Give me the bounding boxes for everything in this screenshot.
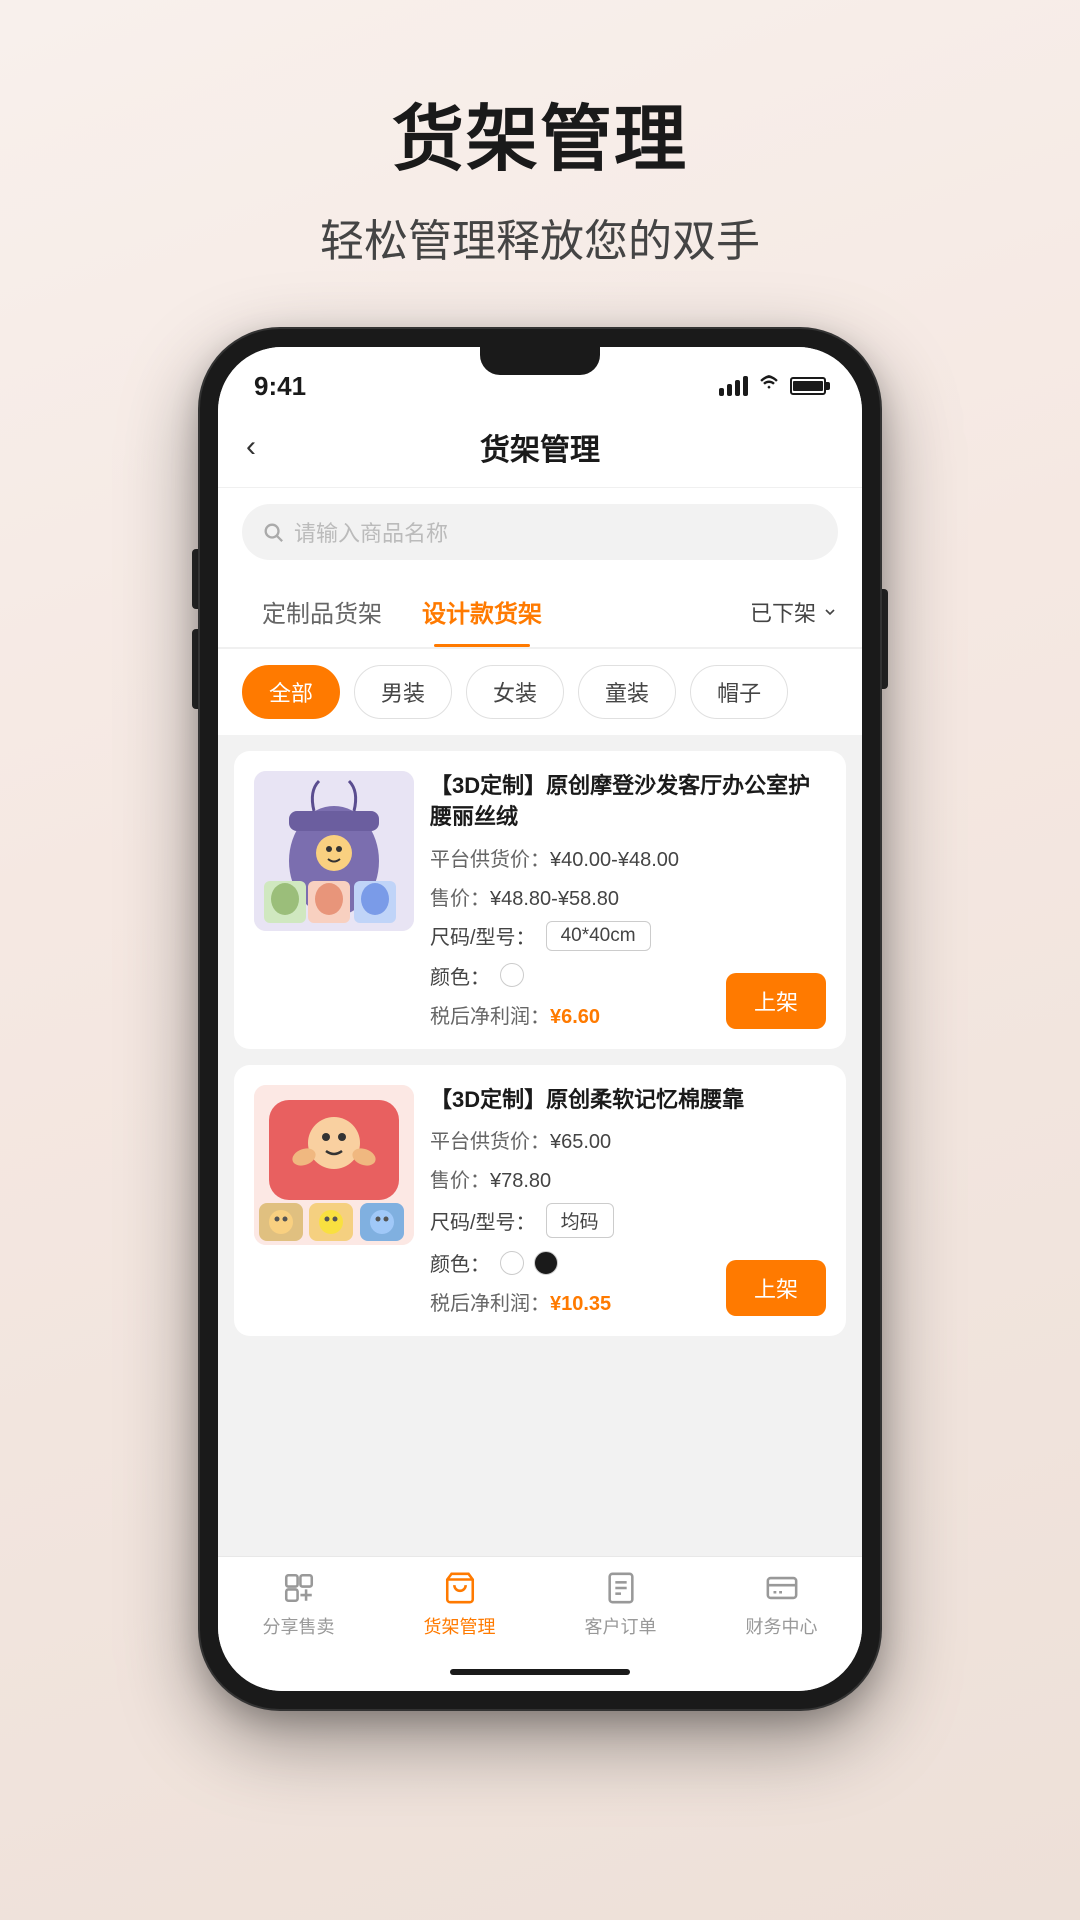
tabs-row: 定制品货架 设计款货架 已下架 — [218, 576, 862, 649]
bottom-nav-finance-label: 财务中心 — [746, 1613, 818, 1639]
bottom-nav-share-label: 分享售卖 — [263, 1613, 335, 1639]
sale-price-row-2: 售价：¥78.80 — [430, 1164, 826, 1193]
profit-value-2: ¥10.35 — [550, 1293, 611, 1315]
sale-price-label-1: 售价： — [430, 888, 490, 910]
supply-price-label-1: 平台供货价： — [430, 849, 550, 871]
product-image-1 — [254, 771, 414, 931]
product-img-main-1 — [254, 771, 414, 931]
color-label-2: 颜色： — [430, 1248, 490, 1277]
sale-price-label-2: 售价： — [430, 1170, 490, 1192]
chip-all[interactable]: 全部 — [242, 665, 340, 719]
sale-price-row-1: 售价：¥48.80-¥58.80 — [430, 882, 826, 911]
product-title-2: 【3D定制】原创柔软记忆棉腰靠 — [430, 1085, 826, 1116]
bottom-nav-share[interactable]: 分享售卖 — [263, 1569, 335, 1639]
chevron-down-icon — [822, 604, 838, 620]
supply-price-row-2: 平台供货价：¥65.00 — [430, 1125, 826, 1154]
supply-price-label-2: 平台供货价： — [430, 1131, 550, 1153]
product-image-2 — [254, 1085, 414, 1245]
size-label-2: 尺码/型号： — [430, 1206, 536, 1235]
nav-title: 货架管理 — [480, 425, 600, 469]
home-indicator-bar — [450, 1669, 630, 1675]
bottom-nav-shelf-label: 货架管理 — [424, 1613, 496, 1639]
bottom-nav-shelf[interactable]: 货架管理 — [424, 1569, 496, 1639]
color-dot-black-2 — [534, 1251, 558, 1275]
signal-bar-2 — [727, 384, 732, 396]
phone-notch — [480, 347, 600, 375]
tab-design-shelf[interactable]: 设计款货架 — [402, 576, 562, 647]
page-title: 货架管理 — [392, 80, 688, 185]
power-button — [880, 589, 888, 689]
volume-down-button — [192, 629, 200, 709]
volume-up-button — [192, 549, 200, 609]
signal-icon — [719, 376, 748, 396]
profit-label-2: 税后净利润： — [430, 1293, 550, 1315]
product-card-1: 【3D定制】原创摩登沙发客厅办公室护腰丽丝绒 平台供货价：¥40.00-¥48.… — [234, 751, 846, 1049]
phone-screen: 9:41 ‹ 货架管理 — [218, 347, 862, 1691]
scroll-content: 【3D定制】原创摩登沙发客厅办公室护腰丽丝绒 平台供货价：¥40.00-¥48.… — [218, 735, 862, 1556]
status-time: 9:41 — [254, 371, 306, 402]
page-subtitle: 轻松管理释放您的双手 — [320, 205, 760, 269]
product-card-2: 【3D定制】原创柔软记忆棉腰靠 平台供货价：¥65.00 售价：¥78.80 尺… — [234, 1065, 846, 1337]
chip-childrenswear[interactable]: 童装 — [578, 665, 676, 719]
home-indicator — [218, 1659, 862, 1691]
sale-price-value-2: ¥78.80 — [490, 1170, 551, 1192]
nav-bar: ‹ 货架管理 — [218, 407, 862, 488]
profit-value-1: ¥6.60 — [550, 1006, 600, 1028]
bottom-nav-orders-label: 客户订单 — [585, 1613, 657, 1639]
product-title-1: 【3D定制】原创摩登沙发客厅办公室护腰丽丝绒 — [430, 771, 826, 833]
supply-price-value-2: ¥65.00 — [550, 1131, 611, 1153]
search-placeholder: 请输入商品名称 — [294, 516, 448, 548]
wifi-icon — [758, 373, 780, 399]
listing-button-1[interactable]: 上架 — [726, 973, 826, 1029]
size-row-1: 尺码/型号： 40*40cm — [430, 921, 826, 951]
finance-icon — [763, 1569, 801, 1607]
signal-bar-3 — [735, 380, 740, 396]
order-icon — [602, 1569, 640, 1607]
color-dot-white-1 — [500, 963, 524, 987]
filter-label: 已下架 — [750, 596, 816, 628]
status-icons — [719, 373, 826, 399]
size-tag-2: 均码 — [546, 1203, 614, 1238]
tab-custom-shelf[interactable]: 定制品货架 — [242, 576, 402, 647]
back-button[interactable]: ‹ — [246, 430, 256, 464]
signal-bar-4 — [743, 376, 748, 396]
color-label-1: 颜色： — [430, 961, 490, 990]
signal-bar-1 — [719, 388, 724, 396]
chip-hat[interactable]: 帽子 — [690, 665, 788, 719]
chip-womenswear[interactable]: 女装 — [466, 665, 564, 719]
chips-row: 全部 男装 女装 童装 帽子 — [218, 649, 862, 735]
bottom-nav: 分享售卖 货架管理 — [218, 1556, 862, 1659]
search-bar[interactable]: 请输入商品名称 — [242, 504, 838, 560]
chip-menswear[interactable]: 男装 — [354, 665, 452, 719]
sale-price-value-1: ¥48.80-¥58.80 — [490, 888, 619, 910]
filter-dropdown[interactable]: 已下架 — [750, 596, 838, 628]
shelf-icon — [441, 1569, 479, 1607]
size-row-2: 尺码/型号： 均码 — [430, 1203, 826, 1238]
phone-mockup: 9:41 ‹ 货架管理 — [200, 329, 880, 1709]
supply-price-row-1: 平台供货价：¥40.00-¥48.00 — [430, 843, 826, 872]
battery-fill — [793, 381, 823, 391]
color-dot-white-2 — [500, 1251, 524, 1275]
bottom-nav-finance[interactable]: 财务中心 — [746, 1569, 818, 1639]
share-icon — [280, 1569, 318, 1607]
size-label-1: 尺码/型号： — [430, 921, 536, 950]
search-icon — [262, 521, 284, 543]
bottom-nav-orders[interactable]: 客户订单 — [585, 1569, 657, 1639]
size-tag-1: 40*40cm — [546, 921, 651, 951]
search-bar-wrapper: 请输入商品名称 — [218, 488, 862, 576]
product-img-main-2 — [254, 1085, 414, 1245]
listing-button-2[interactable]: 上架 — [726, 1260, 826, 1316]
battery-icon — [790, 377, 826, 395]
supply-price-value-1: ¥40.00-¥48.00 — [550, 849, 679, 871]
profit-label-1: 税后净利润： — [430, 1006, 550, 1028]
